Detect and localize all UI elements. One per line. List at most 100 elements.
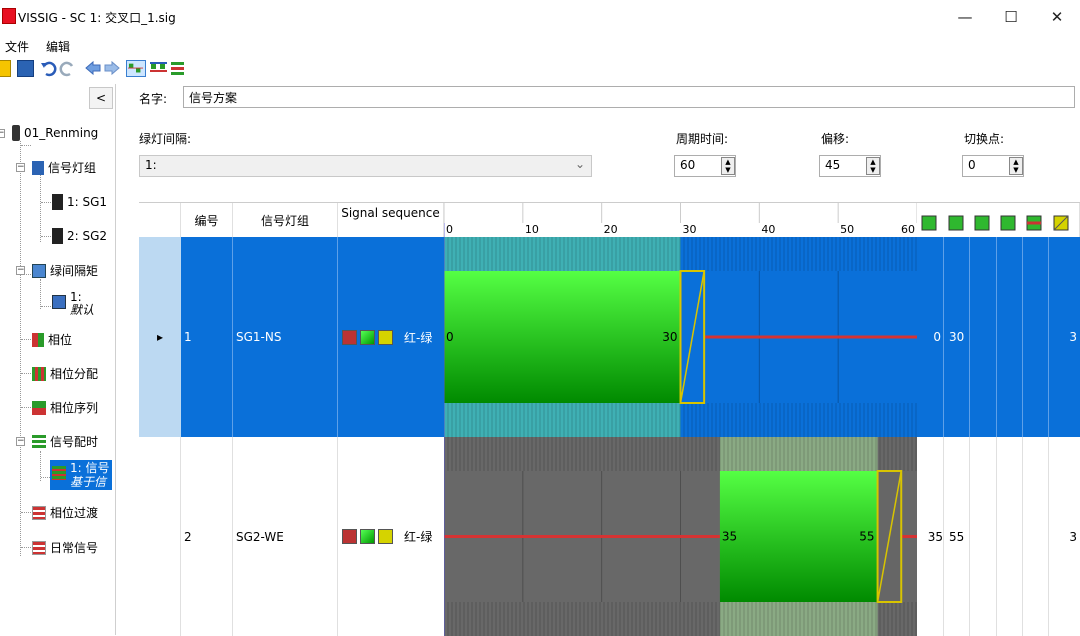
row-selector[interactable]: ▸ — [139, 237, 181, 437]
state-icons — [921, 215, 1069, 231]
forward-arrow-icon[interactable] — [104, 60, 121, 77]
tree-node-phases[interactable]: 相位 — [32, 331, 72, 348]
back-arrow-icon[interactable] — [84, 60, 101, 77]
signal-groups-icon — [32, 160, 44, 175]
signal-program-icon — [52, 466, 66, 480]
table-row[interactable]: 2 SG2-WE 红-绿 35 55 35 55 3 — [139, 437, 1080, 636]
row-number-cell[interactable]: 1 — [181, 237, 233, 437]
chevron-down-icon: ⌄ — [574, 157, 585, 171]
row-sequence-cell[interactable]: 红-绿 — [338, 437, 444, 636]
menu-edit[interactable]: 编辑 — [46, 38, 70, 55]
green-state-icon — [360, 329, 375, 345]
tree-root-01-renming[interactable]: 01_Renming — [12, 125, 98, 141]
offset-spinner[interactable]: ▲ ▼ — [866, 157, 880, 175]
switch-point-spinner[interactable]: ▲ ▼ — [1009, 157, 1023, 175]
name-label: 名字: — [139, 92, 168, 106]
maximize-button[interactable]: ☐ — [988, 0, 1034, 34]
tree-node-phase-sequence[interactable]: 相位序列 — [32, 399, 98, 416]
tree-node-default-matrix[interactable]: 1: 默认 — [52, 291, 94, 317]
row-selected-marker: ▸ — [156, 330, 164, 344]
state-start-value: 35 — [927, 529, 943, 544]
tree-node-phase-transition[interactable]: 相位过渡 — [32, 504, 98, 521]
phase-allocation-icon — [32, 366, 46, 381]
column-header-signal-sequence: Signal sequence — [338, 203, 444, 237]
tree-node-sg2[interactable]: 2: SG2 — [52, 228, 107, 244]
axis-tick-label: 40 — [761, 223, 775, 236]
tree-node-sg1[interactable]: 1: SG1 — [52, 194, 107, 210]
expand-signal-timing-icon[interactable]: − — [16, 437, 25, 446]
timeline-axis: 0 10 20 30 40 50 60 — [444, 203, 917, 237]
green-state-icon-2 — [948, 215, 964, 231]
column-header-state-icons — [917, 203, 1080, 237]
app-icon — [2, 8, 16, 24]
open-folder-icon[interactable] — [0, 60, 11, 77]
row-group-cell[interactable]: SG2-WE — [233, 437, 338, 636]
row-extra-cells: 35 55 3 — [917, 437, 1080, 636]
green-state-icon-3 — [974, 215, 990, 231]
cycle-time-spinner[interactable]: ▲ ▼ — [721, 157, 735, 175]
green-state-icon-4 — [1000, 215, 1016, 231]
view-three-icon[interactable] — [169, 60, 186, 77]
amber-state-icon — [378, 529, 393, 544]
axis-tick-label: 10 — [525, 223, 539, 236]
row-extra-cells: 0 30 3 — [917, 237, 1080, 437]
timeline-bar[interactable]: 0 30 — [444, 237, 917, 437]
phase-icon — [32, 332, 44, 347]
save-icon[interactable] — [17, 60, 34, 77]
axis-tick-label: 60 — [901, 223, 915, 236]
green-end-label: 55 — [859, 530, 874, 544]
sequence-text: 红-绿 — [404, 530, 433, 544]
expand-signal-groups-icon[interactable]: − — [16, 163, 25, 172]
switch-point-label: 切换点: — [964, 132, 1005, 146]
name-input[interactable]: 信号方案 — [183, 86, 1075, 108]
intergreen-select[interactable]: 1: ⌄ — [139, 155, 592, 177]
row-sequence-cell[interactable]: 红-绿 — [338, 237, 444, 437]
timeline-bar[interactable]: 35 55 — [444, 437, 917, 636]
undo-icon[interactable] — [40, 60, 57, 77]
daily-plan-icon — [32, 540, 46, 555]
tree-node-intergreen-matrix[interactable]: 绿间隔矩 — [32, 262, 98, 279]
default-matrix-label: 1: — [70, 290, 82, 304]
tree-node-phase-allocation[interactable]: 相位分配 — [32, 365, 98, 382]
green-start-label: 35 — [722, 530, 737, 544]
redo-icon[interactable] — [59, 60, 76, 77]
view-one-icon[interactable] — [126, 60, 146, 77]
expand-root-icon[interactable]: − — [0, 129, 5, 138]
state-duration-value: 3 — [1069, 529, 1077, 544]
tree-node-signal-groups[interactable]: 信号灯组 — [32, 159, 96, 176]
signal-group-icon — [52, 228, 63, 244]
matrix-grid-icon — [52, 295, 66, 309]
offset-label: 偏移: — [821, 132, 850, 146]
green-end-label: 30 — [662, 330, 677, 344]
sequence-text: 红-绿 — [404, 330, 433, 345]
state-end-value: 55 — [949, 529, 965, 544]
collapse-panel-button[interactable]: < — [89, 87, 113, 109]
column-header-signal-group: 信号灯组 — [233, 203, 338, 237]
view-two-icon[interactable] — [149, 60, 168, 77]
state-duration-value: 3 — [1069, 330, 1077, 344]
matrix-icon — [32, 263, 46, 278]
transition-icon — [32, 505, 46, 520]
green-state-icon — [360, 529, 375, 544]
axis-tick-label: 20 — [604, 223, 618, 236]
traffic-light-icon — [12, 125, 20, 141]
red-state-icon — [342, 529, 357, 544]
signal-program-sublabel: 基于信 — [70, 475, 107, 489]
row-number-cell[interactable]: 2 — [181, 437, 233, 636]
navigation-tree: < − 01_Renming − 信号灯组 1: SG1 2: SG2 − 绿间… — [0, 84, 116, 635]
cycle-time-label: 周期时间: — [676, 132, 729, 146]
minimize-button[interactable]: — — [942, 0, 988, 34]
phase-sequence-icon — [32, 400, 46, 415]
axis-tick-label: 0 — [446, 223, 453, 236]
window-title: VISSIG - SC 1: 交叉口_1.sig — [18, 11, 176, 25]
state-start-value: 0 — [933, 330, 941, 344]
tree-node-daily-signal[interactable]: 日常信号 — [32, 539, 98, 556]
row-group-cell[interactable]: SG1-NS — [233, 237, 338, 437]
table-row[interactable]: ▸ 1 SG1-NS 红-绿 0 30 0 30 3 — [139, 237, 1080, 437]
menu-file[interactable]: 文件 — [5, 38, 29, 55]
column-header-number: 编号 — [181, 203, 233, 237]
close-button[interactable]: ✕ — [1034, 0, 1080, 34]
tree-node-signal-timing[interactable]: 信号配时 — [32, 433, 98, 450]
tree-node-signal-program-selected[interactable]: 1: 信号 基于信 — [50, 460, 112, 490]
row-selector[interactable] — [139, 437, 181, 636]
